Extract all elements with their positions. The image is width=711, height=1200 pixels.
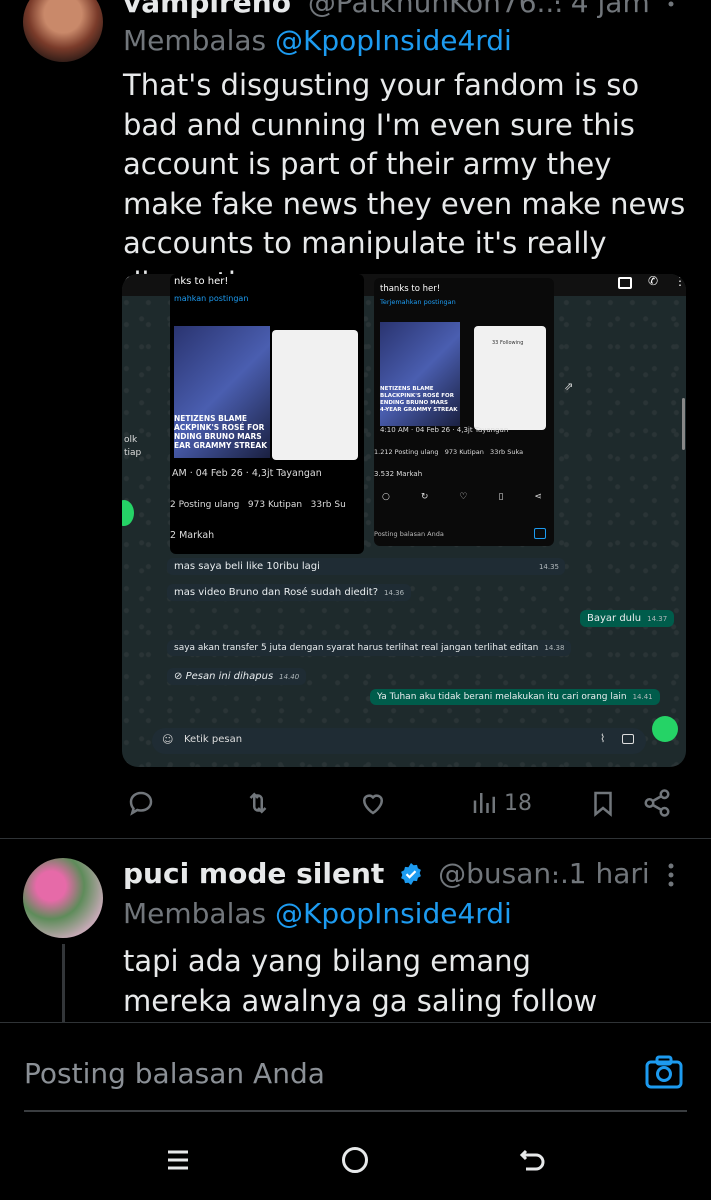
like-button[interactable] — [358, 788, 388, 818]
mic-button — [652, 716, 678, 742]
post-bookmarks: 3.532 Markah — [374, 470, 423, 478]
verified-icon — [399, 860, 423, 893]
replying-to-line: Membalas @KpopInside4rdi — [123, 26, 512, 56]
post-bookmarks: 2 Markah — [170, 530, 215, 541]
views-button[interactable]: 18 — [470, 788, 532, 818]
reply-placeholder: Posting balasan Anda — [374, 530, 444, 538]
message-text: Ya Tuhan aku tidak berani melakukan itu … — [377, 692, 627, 702]
thread-line — [62, 944, 65, 1024]
post-stats: 2 Posting ulang 973 Kutipan 33rb Su — [170, 500, 346, 510]
left-post-card: nks to her! mahkan postingan NETIZENS BL… — [170, 274, 364, 554]
timestamp: · 4 jam — [553, 0, 650, 19]
input-placeholder: Ketik pesan — [184, 734, 243, 745]
post-actions-row: ○ ↻ ♡ ▯ ⋖ — [382, 492, 542, 502]
chat-message: ⊘ Pesan ini dihapus 14.40 — [167, 668, 307, 685]
more-icon: ⋮ — [674, 274, 686, 288]
chat-message: mas video Bruno dan Rosé sudah diedit? 14… — [167, 584, 412, 601]
following-label: 33 Following — [492, 340, 524, 346]
retweet-button[interactable] — [243, 788, 273, 818]
retweet-icon — [249, 792, 267, 814]
deleted-icon: ⊘ — [174, 671, 186, 682]
chat-message: mas saya beli like 10ribu lagi 14.35 — [167, 558, 565, 575]
share-button[interactable] — [642, 788, 672, 818]
post-meta: AM · 04 Feb 26 · 4,3jt Tayangan — [172, 468, 322, 479]
reply-composer: Posting balasan Anda — [0, 1022, 711, 1113]
views-count: 18 — [504, 790, 532, 816]
chat-message: Ya Tuhan aku tidak berani melakukan itu … — [370, 689, 660, 705]
message-text: Pesan ini dihapus — [185, 671, 274, 682]
phone-icon: ✆ — [648, 274, 659, 288]
message-time: 14.36 — [384, 589, 405, 597]
profile-card: 33 Following — [474, 326, 546, 430]
replying-label: Membalas — [123, 24, 276, 57]
like-icon — [362, 794, 384, 815]
attached-image[interactable]: olk tiap nks to her! mahkan postingan NE… — [122, 274, 686, 767]
replying-label: Membalas — [123, 897, 276, 930]
translate-link: mahkan postingan — [174, 294, 249, 303]
menu-icon[interactable] — [164, 1147, 192, 1173]
replying-to-handle[interactable]: @KpopInside4rdi — [275, 24, 512, 57]
reply-input[interactable]: Posting balasan Anda — [24, 1057, 325, 1090]
emoji-icon: ☺ — [162, 733, 174, 746]
more-icon[interactable] — [664, 0, 678, 14]
chat-message: saya akan transfer 5 juta dengan syarat … — [167, 640, 572, 656]
avatar[interactable] — [23, 0, 103, 62]
post-meta: 4:10 AM · 04 Feb 26 · 4,3jt Tayangan — [380, 426, 509, 434]
video-call-icon — [618, 277, 632, 289]
chat-input: ☺ Ketik pesan ⌇ — [152, 728, 646, 754]
side-label: olk — [124, 435, 138, 445]
tweet-header: vampireno @PatkhunKon76... · 4 jam — [123, 0, 683, 19]
reply-button[interactable] — [126, 788, 156, 818]
display-name[interactable]: puci mode silent — [123, 857, 384, 890]
right-post-card: thanks to her! Terjemahkan postingan 33 … — [374, 278, 554, 546]
post-stats: 1.212 Posting ulang 973 Kutipan 33rb Suk… — [374, 448, 524, 456]
chat-message: Bayar dulu 14.37 — [580, 610, 675, 627]
forward-icon: ⇗ — [564, 380, 574, 393]
profile-card — [272, 330, 358, 460]
card-header: thanks to her! — [380, 284, 441, 294]
bookmark-icon — [594, 791, 612, 817]
replying-to-line: Membalas @KpopInside4rdi — [123, 898, 512, 930]
message-time: 14.40 — [279, 673, 300, 681]
avatar[interactable] — [23, 858, 103, 938]
timestamp: · 1 hari — [551, 857, 650, 890]
scrollbar — [682, 398, 685, 450]
tweet-header: puci mode silent @busan... · 1 hari — [123, 857, 683, 891]
reply-underline — [24, 1110, 687, 1112]
home-circle-icon[interactable] — [340, 1145, 370, 1175]
camera-icon[interactable] — [645, 1055, 683, 1089]
system-nav-bar — [0, 1113, 711, 1200]
post-caption: NETIZENS BLAME BLACKPINK'S ROSÉ FOR ENDI… — [380, 386, 458, 413]
handle[interactable]: @PatkhunKon76... — [308, 0, 563, 19]
card-header: nks to her! — [174, 276, 229, 287]
camera-icon — [534, 528, 546, 539]
tweet-text: That's disgusting your fandom is so bad … — [123, 68, 686, 300]
message-text: Bayar dulu — [587, 613, 642, 624]
message-text: mas saya beli like 10ribu lagi — [174, 561, 320, 572]
bookmark-button[interactable] — [588, 788, 618, 818]
message-time: 14.38 — [544, 644, 565, 652]
message-time: 14.41 — [632, 693, 653, 701]
display-name[interactable]: vampireno — [123, 0, 291, 19]
reply-icon — [129, 791, 153, 816]
share-icon — [644, 789, 670, 817]
camera-icon — [622, 734, 634, 744]
translate-link: Terjemahkan postingan — [380, 298, 456, 306]
more-icon[interactable] — [664, 862, 678, 890]
message-time: 14.37 — [647, 615, 668, 623]
back-icon[interactable] — [518, 1147, 548, 1175]
replying-to-handle[interactable]: @KpopInside4rdi — [275, 897, 512, 930]
post-caption: NETIZENS BLAME ACKPINK'S ROSÉ FOR NDING … — [174, 414, 268, 450]
views-icon — [473, 793, 495, 813]
side-label: tiap — [124, 448, 142, 458]
attach-icon: ⌇ — [600, 732, 606, 745]
message-time: 14.35 — [538, 563, 559, 571]
message-text: saya akan transfer 5 juta dengan syarat … — [174, 643, 539, 653]
message-text: mas video Bruno dan Rosé sudah diedit? — [174, 587, 379, 598]
divider — [0, 838, 711, 839]
green-dot — [122, 500, 134, 526]
